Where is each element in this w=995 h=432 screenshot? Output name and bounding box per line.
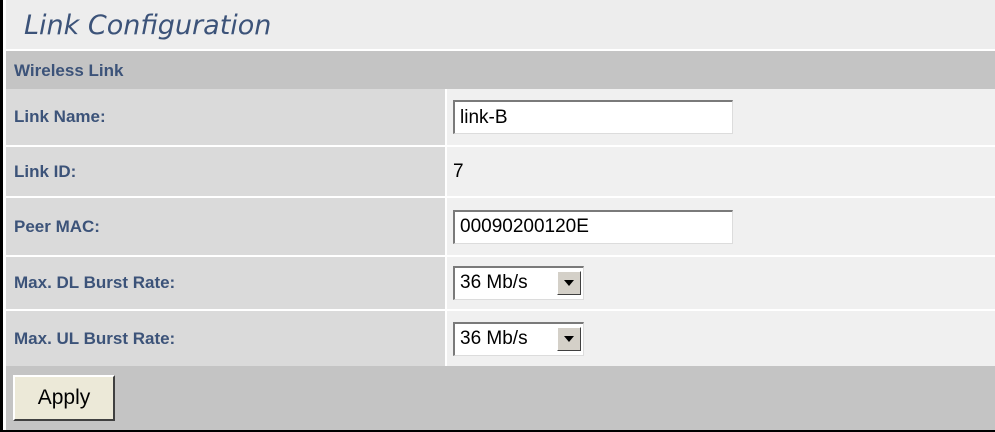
max-ul-dropdown-button[interactable] <box>557 326 581 351</box>
title-bar: Link Configuration <box>6 0 995 51</box>
max-ul-burst-rate-value: 36 Mb/s <box>460 327 528 349</box>
max-dl-label-cell: Max. DL Burst Rate: <box>6 257 445 309</box>
peer-mac-value-cell <box>447 198 995 255</box>
row-max-dl-burst-rate: Max. DL Burst Rate: 36 Mb/s <box>6 257 995 311</box>
triangle-down-icon <box>564 280 574 286</box>
max-ul-burst-rate-select[interactable]: 36 Mb/s <box>453 321 584 356</box>
row-link-id: Link ID: 7 <box>6 147 995 198</box>
max-dl-value-cell: 36 Mb/s <box>447 257 995 309</box>
peer-mac-input[interactable] <box>453 209 733 244</box>
link-id-value-cell: 7 <box>447 147 995 196</box>
apply-button[interactable]: Apply <box>13 375 115 421</box>
link-config-panel: Link Configuration Wireless Link Link Na… <box>0 0 995 432</box>
link-name-label-cell: Link Name: <box>6 89 445 145</box>
max-ul-value-cell: 36 Mb/s <box>447 311 995 366</box>
section-header: Wireless Link <box>6 51 995 89</box>
page-title: Link Configuration <box>24 10 272 41</box>
link-name-label: Link Name: <box>14 107 106 126</box>
max-dl-dropdown-button[interactable] <box>557 271 581 295</box>
peer-mac-label: Peer MAC: <box>14 216 100 236</box>
max-dl-burst-rate-value: 36 Mb/s <box>460 272 528 293</box>
row-link-name: Link Name: <box>6 89 995 147</box>
row-max-ul-burst-rate: Max. UL Burst Rate: 36 Mb/s <box>6 311 995 366</box>
triangle-down-icon <box>564 335 574 342</box>
link-name-value-cell <box>447 89 995 145</box>
max-ul-label-cell: Max. UL Burst Rate: <box>6 311 445 366</box>
max-dl-burst-rate-select[interactable]: 36 Mb/s <box>453 266 584 300</box>
section-title: Wireless Link <box>14 61 124 80</box>
form-footer: Apply <box>6 366 995 430</box>
peer-mac-label-cell: Peer MAC: <box>6 198 445 255</box>
link-id-label-cell: Link ID: <box>6 147 445 196</box>
link-id-value: 7 <box>453 160 464 182</box>
link-name-input[interactable] <box>453 100 733 134</box>
max-dl-burst-rate-label: Max. DL Burst Rate: <box>14 273 176 292</box>
row-peer-mac: Peer MAC: <box>6 198 995 257</box>
max-ul-burst-rate-label: Max. UL Burst Rate: <box>14 328 176 348</box>
link-id-label: Link ID: <box>14 161 77 181</box>
